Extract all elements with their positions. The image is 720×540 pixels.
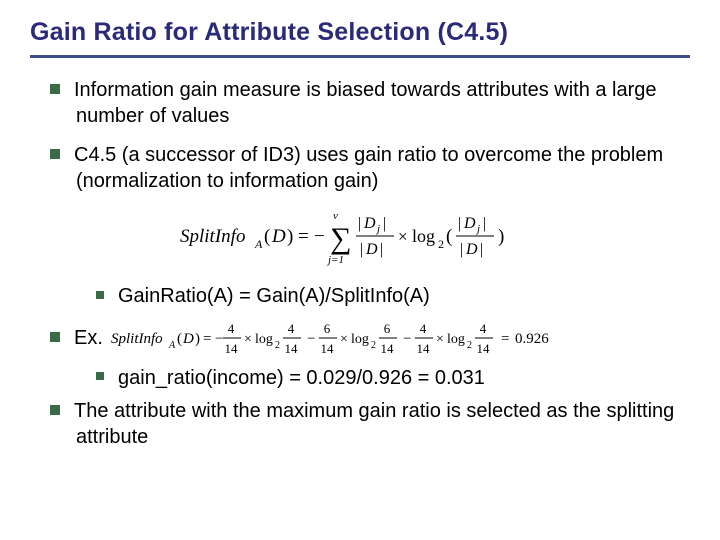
t2-log: log <box>351 332 369 347</box>
bullet-square-icon <box>50 332 60 342</box>
bullet-example: Ex. SplitInfo A ( D ) = − 4 14 × log 2 <box>30 318 690 360</box>
bullet-2-text: C4.5 (a successor of ID3) uses gain rati… <box>74 144 663 192</box>
t2-num: 6 <box>324 321 331 336</box>
frac1-num-j: j <box>375 223 380 235</box>
minus2: − <box>307 331 315 347</box>
ex-rparen: ) <box>195 331 200 347</box>
t1-num: 4 <box>228 321 235 336</box>
log-base: 2 <box>438 237 444 251</box>
frac1-den-bar2: | <box>380 241 383 258</box>
math-svg-example: SplitInfo A ( D ) = − 4 14 × log 2 4 <box>111 318 651 360</box>
times-icon: × <box>398 227 408 246</box>
lparen: ( <box>264 226 270 247</box>
log-lparen: ( <box>446 226 452 247</box>
math-svg-splitinfo: SplitInfo A ( D ) = − ∑ v j=1 | D j | <box>180 208 540 266</box>
bullet-1-text: Information gain measure is biased towar… <box>74 79 657 127</box>
t1-log2: 2 <box>275 340 280 351</box>
slide-title: Gain Ratio for Attribute Selection (C4.5… <box>30 18 690 47</box>
t3-num: 4 <box>420 321 427 336</box>
bullet-square-icon <box>50 149 60 159</box>
sub-bullet-calc-text: gain_ratio(income) = 0.029/0.926 = 0.031 <box>118 367 485 389</box>
bullet-square-icon <box>96 291 104 299</box>
t1-times: × <box>244 332 252 347</box>
ex-lhs-sub: A <box>168 340 176 351</box>
sub-bullet-gainratio: GainRatio(A) = Gain(A)/SplitInfo(A) <box>30 284 690 310</box>
lhs-arg: D <box>271 226 286 247</box>
sum-upper: v <box>333 210 338 222</box>
sub-bullet-calc: gain_ratio(income) = 0.029/0.926 = 0.031 <box>30 366 690 392</box>
t1-ld: 14 <box>284 341 298 356</box>
t3-ln: 4 <box>480 321 487 336</box>
ex-lhs-name: SplitInfo <box>111 331 163 347</box>
frac2-den-bar1: | <box>460 241 463 258</box>
frac2-den-D: D <box>465 241 478 258</box>
t3-log2: 2 <box>467 340 472 351</box>
log-text: log <box>412 226 435 246</box>
ex-label: Ex. <box>74 326 103 352</box>
bullet-4-text: The attribute with the maximum gain rati… <box>74 400 674 448</box>
bullet-square-icon <box>96 372 104 380</box>
bullet-4: The attribute with the maximum gain rati… <box>30 399 690 450</box>
t2-ln: 6 <box>384 321 391 336</box>
ex-result: 0.926 <box>515 331 549 347</box>
t1-ln: 4 <box>288 321 295 336</box>
t2-log2: 2 <box>371 340 376 351</box>
frac2-num-j: j <box>475 223 480 235</box>
frac2-num-bar2: | <box>483 215 486 232</box>
t3-log: log <box>447 332 465 347</box>
bullet-1: Information gain measure is biased towar… <box>30 78 690 129</box>
ex-lparen: ( <box>177 331 182 347</box>
ex-minus: − <box>215 331 223 347</box>
frac2-den-bar2: | <box>480 241 483 258</box>
ex-lhs-arg: D <box>182 331 194 347</box>
frac1-num-bar2: | <box>383 215 386 232</box>
lhs-name: SplitInfo <box>180 226 245 247</box>
t3-ld: 14 <box>476 341 490 356</box>
t2-den: 14 <box>320 341 334 356</box>
minus: − <box>314 226 325 247</box>
frac1-num-D: D <box>363 215 376 232</box>
bullet-2: C4.5 (a successor of ID3) uses gain rati… <box>30 143 690 194</box>
sigma-icon: ∑ <box>330 222 351 255</box>
sum-lower: j=1 <box>326 254 344 266</box>
frac2-num-bar1: | <box>458 215 461 232</box>
frac1-num-bars: | <box>358 215 361 232</box>
t1-log: log <box>255 332 273 347</box>
slide: Gain Ratio for Attribute Selection (C4.5… <box>0 0 720 540</box>
t2-times: × <box>340 332 348 347</box>
ex-eq2: = <box>501 331 509 347</box>
bullet-square-icon <box>50 84 60 94</box>
t3-times: × <box>436 332 444 347</box>
formula-splitinfo-definition: SplitInfo A ( D ) = − ∑ v j=1 | D j | <box>30 208 690 274</box>
frac1-den-D: D <box>365 241 378 258</box>
t2-ld: 14 <box>380 341 394 356</box>
ex-eq1: = <box>203 331 211 347</box>
equals: = <box>298 226 309 247</box>
frac2-num-D: D <box>463 215 476 232</box>
log-rparen: ) <box>498 226 504 247</box>
t3-den: 14 <box>416 341 430 356</box>
title-underline <box>30 55 690 58</box>
slide-body: Information gain measure is biased towar… <box>30 78 690 450</box>
t1-den: 14 <box>224 341 238 356</box>
lhs-sub: A <box>254 237 263 251</box>
minus3: − <box>403 331 411 347</box>
frac1-den-bars: | <box>360 241 363 258</box>
bullet-square-icon <box>50 405 60 415</box>
sub-bullet-gainratio-text: GainRatio(A) = Gain(A)/SplitInfo(A) <box>118 285 430 307</box>
rparen: ) <box>287 226 293 247</box>
